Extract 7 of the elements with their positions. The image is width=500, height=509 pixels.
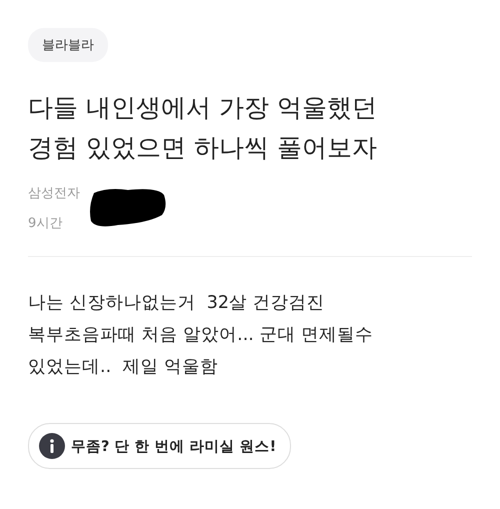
info-icon xyxy=(39,433,65,459)
board-tag[interactable]: 블라블라 xyxy=(28,28,108,62)
promo-button[interactable]: 무좀? 단 한 번에 라미실 원스! xyxy=(28,423,292,469)
post-title: 다들 내인생에서 가장 억울했던 경험 있었으면 하나씩 풀어보자 xyxy=(28,92,378,164)
post-body: 나는 신장하나없는거 32살 건강검진 복부초음파때 처음 알았어... 군대 면제될수 있었는데.. 제일 억울함 xyxy=(28,292,374,379)
post-time: 9시간 xyxy=(28,215,64,232)
author-company: 삼성전자 xyxy=(28,185,80,202)
